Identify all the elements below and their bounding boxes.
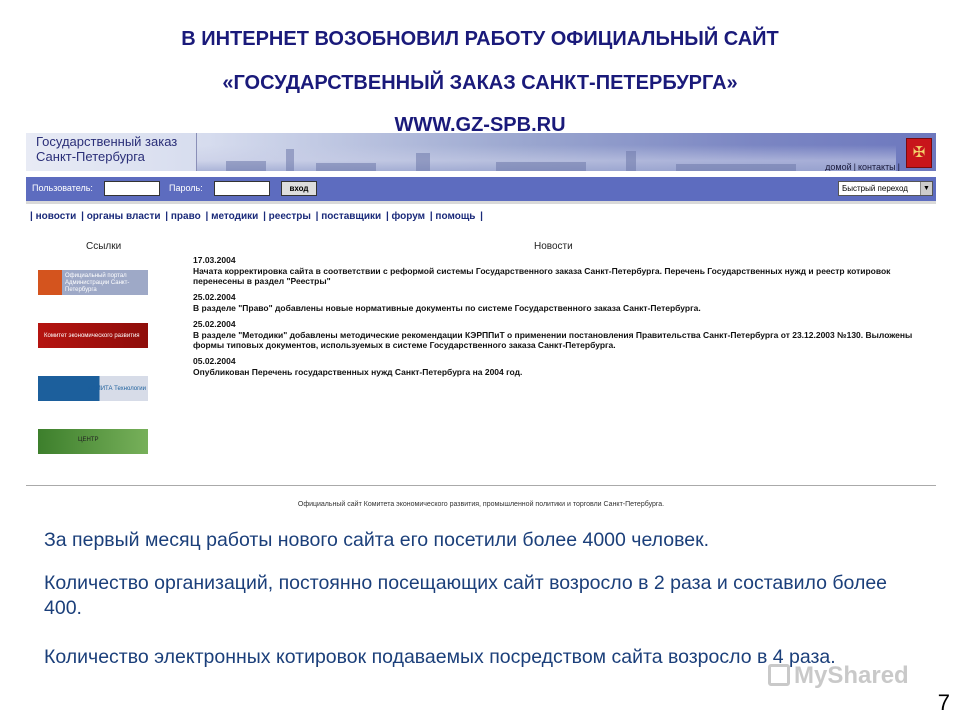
news-list: 17.03.2004 Начата корректировка сайта в … <box>193 255 913 383</box>
menu-item-law[interactable]: право <box>171 211 201 222</box>
divider <box>196 133 197 171</box>
banner-admin-portal[interactable]: Официальный портал Администрации Санкт-П… <box>38 270 148 295</box>
news-item: 05.02.2004 Опубликован Перечень государс… <box>193 356 913 377</box>
news-text[interactable]: В разделе "Методики" добавлены методичес… <box>193 330 913 350</box>
news-text[interactable]: Опубликован Перечень государственных нуж… <box>193 367 913 377</box>
slide-paragraph: За первый месяц работы нового сайта его … <box>44 529 710 551</box>
slide-paragraph: Количество организаций, постоянно посеща… <box>44 572 888 619</box>
menu-item-news[interactable]: новости <box>36 211 77 222</box>
site-logo-line-1: Государственный заказ <box>36 134 178 149</box>
user-label: Пользователь: <box>32 183 93 193</box>
user-input[interactable] <box>104 181 160 196</box>
top-links: домой | контакты | <box>823 162 900 171</box>
banner-text: КОМИТА Технологии <box>87 386 146 392</box>
city-emblem-icon: ✠ <box>906 138 932 168</box>
banner-komita[interactable]: КОМИТА Технологии <box>38 376 148 401</box>
banner-text: Комитет экономического развития <box>44 333 140 339</box>
menu-item-suppliers[interactable]: поставщики <box>321 211 381 222</box>
banner-text: ЦЕНТР <box>78 437 99 443</box>
news-date: 05.02.2004 <box>193 356 236 366</box>
links-title: Ссылки <box>86 241 122 252</box>
main-menu: | новости | органы власти | право | мето… <box>30 211 483 222</box>
divider <box>26 485 936 486</box>
banner-center[interactable]: ЦЕНТР <box>38 429 148 454</box>
contacts-link[interactable]: контакты <box>856 162 898 171</box>
site-footer: Официальный сайт Комитета экономического… <box>297 501 665 508</box>
quick-nav-select[interactable]: Быстрый переход ▼ <box>838 181 933 196</box>
news-item: 25.02.2004 В разделе "Методики" добавлен… <box>193 319 913 350</box>
menu-item-authorities[interactable]: органы власти <box>87 211 161 222</box>
banner-economic-committee[interactable]: Комитет экономического развития <box>38 323 148 348</box>
website-screenshot: Государственный заказ Санкт-Петербурга д… <box>26 133 936 513</box>
news-text[interactable]: В разделе "Право" добавлены новые нормат… <box>193 303 913 313</box>
page-number: 7 <box>937 690 950 715</box>
site-logo-line-2: Санкт-Петербурга <box>36 149 145 164</box>
news-text[interactable]: Начата корректировка сайта в соответстви… <box>193 266 913 286</box>
banner-text: Официальный портал Администрации Санкт-П… <box>65 273 130 293</box>
site-header: Государственный заказ Санкт-Петербурга д… <box>26 133 936 171</box>
quick-nav-label: Быстрый переход <box>842 184 908 193</box>
password-input[interactable] <box>214 181 270 196</box>
chevron-down-icon: ▼ <box>920 182 932 195</box>
divider <box>26 201 936 204</box>
slide-title-line-1: В ИНТЕРНЕТ ВОЗОБНОВИЛ РАБОТУ ОФИЦИАЛЬНЫЙ… <box>181 28 779 50</box>
news-date: 25.02.2004 <box>193 292 236 302</box>
menu-item-methods[interactable]: методики <box>211 211 258 222</box>
menu-item-registries[interactable]: реестры <box>269 211 311 222</box>
watermark: MyShared <box>768 662 909 690</box>
news-title: Новости <box>534 241 573 252</box>
menu-item-forum[interactable]: форум <box>392 211 426 222</box>
password-label: Пароль: <box>169 183 203 193</box>
news-date: 25.02.2004 <box>193 319 236 329</box>
city-panorama <box>196 145 896 171</box>
menu-item-help[interactable]: помощь <box>435 211 475 222</box>
slide-title-line-2: «ГОСУДАРСТВЕННЫЙ ЗАКАЗ САНКТ-ПЕТЕРБУРГА» <box>222 72 738 94</box>
news-item: 25.02.2004 В разделе "Право" добавлены н… <box>193 292 913 313</box>
news-date: 17.03.2004 <box>193 255 236 265</box>
presentation-icon <box>768 664 790 686</box>
login-bar: Пользователь: Пароль: вход Быстрый перех… <box>26 177 936 201</box>
login-button[interactable]: вход <box>281 181 317 196</box>
news-item: 17.03.2004 Начата корректировка сайта в … <box>193 255 913 286</box>
site-logo[interactable]: Государственный заказ Санкт-Петербурга <box>36 134 177 164</box>
home-link[interactable]: домой <box>823 162 853 171</box>
watermark-text: MyShared <box>794 662 909 689</box>
